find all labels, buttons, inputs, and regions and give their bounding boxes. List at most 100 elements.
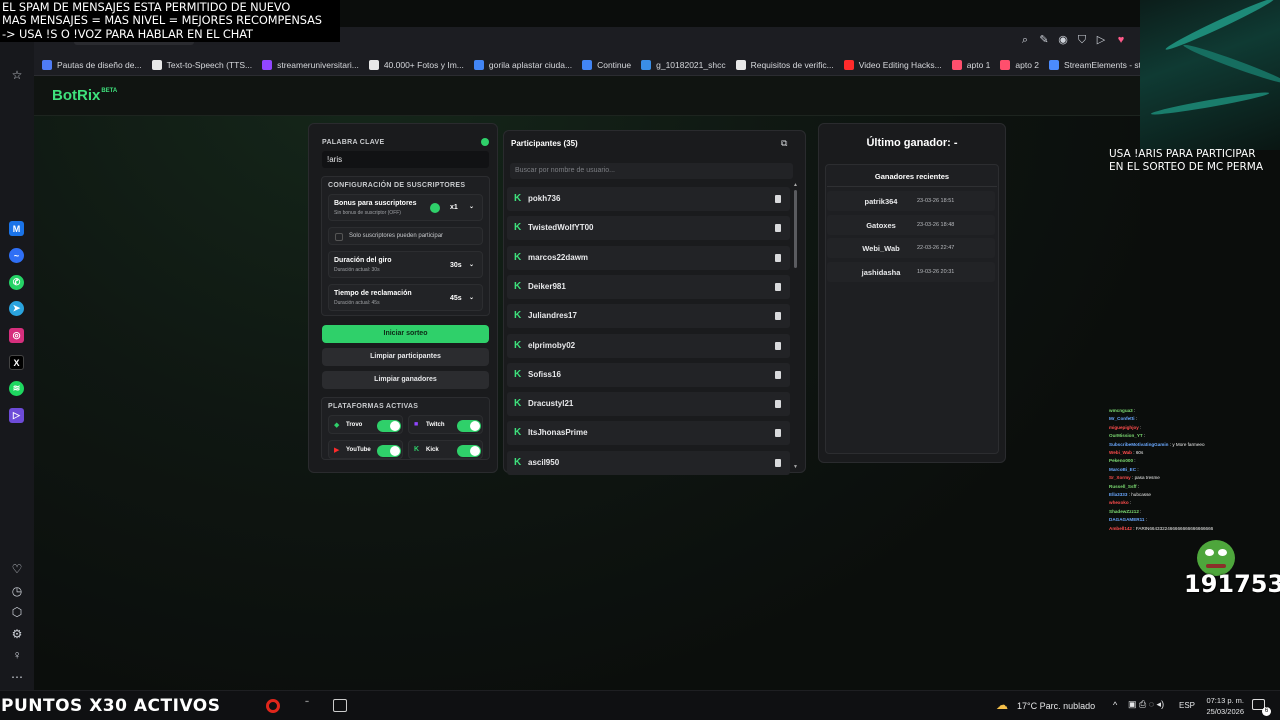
bonus-info-icon[interactable] — [430, 203, 440, 213]
clear-participants-button[interactable]: Limpiar participantes — [322, 348, 489, 366]
bookmark-item[interactable]: gorila aplastar ciuda... — [473, 60, 573, 70]
heart-icon[interactable]: ♥ — [1114, 33, 1128, 47]
participant-search-input[interactable]: Buscar por nombre de usuario... — [510, 163, 793, 179]
bookmark-item[interactable]: Text-to-Speech (TTS... — [151, 60, 253, 70]
language-indicator[interactable]: ESP — [1179, 701, 1195, 710]
participant-row: Kelprimoby02 — [507, 333, 790, 358]
bookmark-item[interactable]: apto 1 — [951, 60, 990, 70]
player-icon[interactable]: ▷ — [9, 408, 24, 423]
app-icon[interactable]: ▪▪ — [299, 699, 315, 713]
participant-row: K TwistedWolfYT00 — [507, 216, 790, 241]
winner-date: 22-03-26 22:47 — [917, 245, 955, 252]
subs-only-checkbox[interactable] — [335, 233, 343, 241]
trash-icon[interactable] — [775, 458, 781, 467]
box-icon[interactable]: ⬡ — [8, 603, 26, 621]
chat-user: SubscribeMotivatingGamin — [1109, 441, 1169, 447]
bookmark-item[interactable]: Video Editing Hacks... — [843, 60, 942, 70]
chat-separator: : — [1133, 458, 1136, 464]
chevron-up-icon[interactable]: ^ — [1113, 700, 1117, 710]
trash-icon[interactable] — [775, 400, 781, 409]
kick-icon: K — [514, 222, 522, 234]
trash-icon[interactable] — [775, 370, 781, 379]
bookmark-item[interactable]: Pautas de diseño de... — [42, 60, 142, 70]
chat-separator: : — [1128, 500, 1132, 506]
trash-icon[interactable] — [775, 224, 781, 233]
heart-outline-icon[interactable]: ♡ — [8, 560, 26, 578]
scroll-down-icon[interactable]: ▼ — [793, 465, 798, 470]
tray-icons[interactable]: ▣ ⎙ ◌ ◂) — [1128, 699, 1164, 710]
bookmark-label: gorila aplastar ciuda... — [488, 60, 573, 70]
bookmark-item[interactable]: g_10182021_shcc — [641, 60, 726, 70]
camera-icon[interactable]: ◉ — [1056, 33, 1070, 47]
scroll-up-icon[interactable]: ▲ — [793, 183, 798, 188]
clock-time: 07:13 p. m. — [1206, 696, 1244, 705]
bookmark-item[interactable]: 40.000+ Fotos y Im... — [368, 60, 464, 70]
points-banner: PUNTOS X30 ACTIVOS — [1, 696, 221, 716]
platform-kick: K Kick — [408, 440, 483, 459]
info-icon[interactable] — [481, 138, 489, 146]
scrollbar-thumb[interactable] — [794, 190, 797, 268]
trash-icon[interactable] — [775, 429, 781, 438]
search-icon[interactable]: ⌕ — [1018, 33, 1032, 47]
trash-icon[interactable] — [775, 195, 781, 203]
trash-icon[interactable] — [775, 312, 781, 321]
copy-icon[interactable]: ⧉ — [781, 138, 791, 148]
play-icon[interactable]: ▷ — [1094, 33, 1108, 47]
lightbulb-icon[interactable]: ♀ — [8, 646, 26, 664]
chat-message: wmcngua3 : — [1109, 407, 1280, 415]
spin-select[interactable]: 30s ⌄ — [445, 258, 478, 273]
star-icon[interactable]: ☆ — [8, 66, 26, 84]
chat-user: miguepighjoy — [1109, 424, 1139, 430]
bonus-select[interactable]: x1 ⌄ — [445, 200, 478, 215]
edit-icon[interactable]: ✎ — [1037, 33, 1051, 47]
chat-message: Russell_Ssff : — [1109, 483, 1280, 491]
youtube-toggle[interactable] — [377, 445, 401, 457]
trovo-toggle[interactable] — [377, 420, 401, 432]
claim-title: Tiempo de reclamación — [334, 290, 412, 297]
trash-icon[interactable] — [775, 253, 781, 262]
gmail-icon[interactable]: M — [9, 221, 24, 236]
shield-icon[interactable]: ⛉ — [1075, 33, 1089, 47]
bookmark-label: streameruniversitari... — [277, 60, 359, 70]
bookmarks-bar: Pautas de diseño de... Text-to-Speech (TT… — [34, 55, 1231, 76]
trash-icon[interactable] — [775, 341, 781, 350]
telegram-icon[interactable]: ➤ — [9, 301, 24, 316]
weather-text[interactable]: 17°C Parc. nublado — [1017, 701, 1095, 711]
bookmark-item[interactable]: apto 2 — [1000, 60, 1039, 70]
whatsapp-icon[interactable]: ✆ — [9, 275, 24, 290]
bookmark-favicon-icon — [951, 60, 962, 70]
trash-icon[interactable] — [775, 282, 781, 291]
more-icon[interactable]: ⋯ — [8, 668, 26, 686]
clock[interactable]: 07:13 p. m. 25/03/2026 — [1196, 695, 1244, 717]
bookmark-item[interactable]: Continue — [582, 60, 631, 70]
x-icon[interactable]: X — [9, 355, 24, 370]
claim-time-card: Tiempo de reclamación Duración actual: 4… — [328, 284, 483, 311]
clear-winners-button[interactable]: Limpiar ganadores — [322, 371, 489, 389]
window-app-icon[interactable] — [333, 699, 347, 712]
chat-message: SubscribeMotivatingGamin : y More farmee… — [1109, 441, 1280, 449]
twitch-toggle[interactable] — [457, 420, 481, 432]
chat-separator: : — [1136, 466, 1139, 472]
history-icon[interactable]: ◷ — [8, 582, 26, 600]
messenger-icon[interactable]: ~ — [9, 248, 24, 263]
claim-select[interactable]: 45s ⌄ — [445, 291, 478, 306]
bookmark-item[interactable]: StreamElements - st... — [1049, 60, 1148, 70]
instagram-icon[interactable]: ◎ — [9, 328, 24, 343]
screen: BotRixBETA ⌕ ✎ ◉ ⛉ ▷ ♥ Pautas de diseño … — [0, 0, 1280, 720]
opera-icon[interactable] — [266, 699, 280, 713]
keyword-label: PALABRA CLAVE — [322, 139, 385, 146]
botrix-logo[interactable]: BotRixBETA — [52, 87, 117, 104]
spotify-icon[interactable]: ≋ — [9, 381, 24, 396]
settings-icon[interactable]: ⚙ — [8, 625, 26, 643]
keyword-input[interactable]: !aris — [322, 151, 489, 168]
subs-only-row[interactable]: Solo suscriptores pueden participar — [328, 227, 483, 245]
participants-scrollbar[interactable]: ▲ ▼ — [793, 183, 798, 470]
bookmark-label: Text-to-Speech (TTS... — [166, 60, 253, 70]
divider — [827, 186, 997, 187]
bookmark-item[interactable]: Requisitos de verific... — [735, 60, 834, 70]
kick-toggle[interactable] — [457, 445, 481, 457]
start-raffle-button[interactable]: Iniciar sorteo — [322, 325, 489, 343]
bookmark-item[interactable]: streameruniversitari... — [262, 60, 359, 70]
chevron-down-icon: ⌄ — [468, 262, 474, 268]
chat-text: y More farmeeo — [1172, 441, 1205, 447]
